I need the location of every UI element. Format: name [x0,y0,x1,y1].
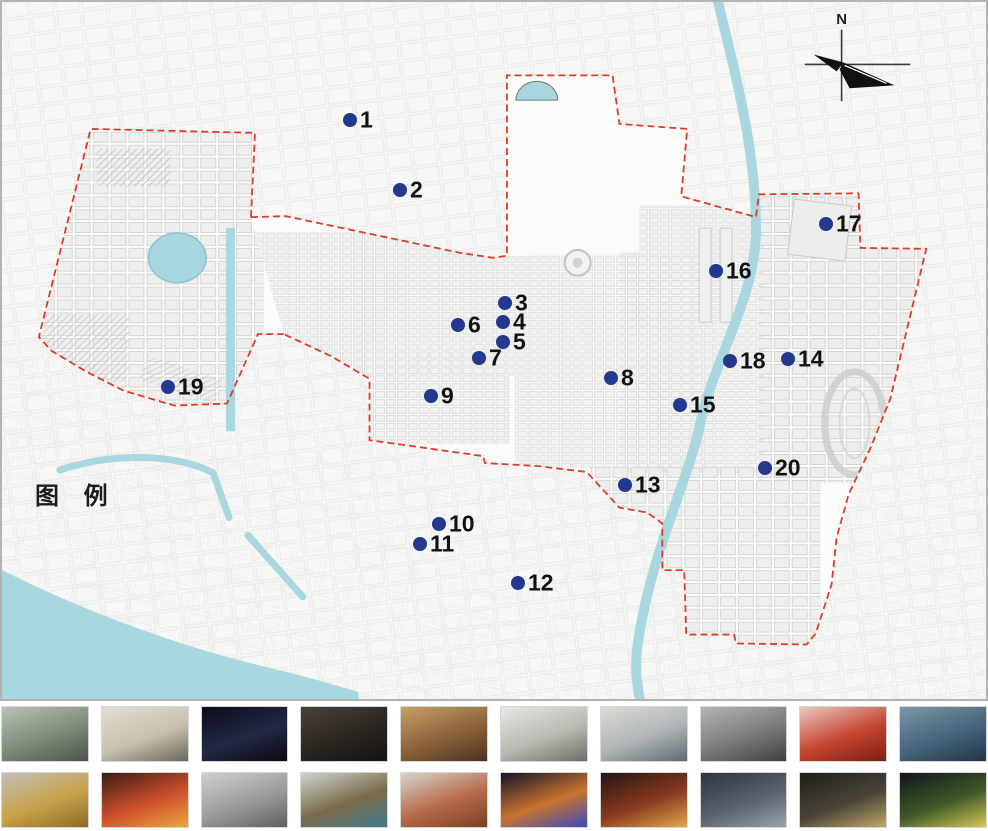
marker-number: 7 [489,347,502,370]
map-marker-8[interactable]: 8 [604,371,618,385]
marker-dot [413,537,427,551]
marker-number: 13 [635,474,661,497]
map-marker-19[interactable]: 19 [161,380,175,394]
marker-number: 14 [798,348,824,371]
marker-number: 20 [775,457,801,480]
map-marker-12[interactable]: 12 [511,576,525,590]
marker-dot [451,318,465,332]
marker-dot [604,371,618,385]
map-marker-14[interactable]: 14 [781,352,795,366]
photo-red-lantern-shop[interactable] [799,706,887,762]
map-marker-9[interactable]: 9 [424,389,438,403]
marker-dot [723,354,737,368]
marker-number: 6 [468,314,481,337]
photo-woven-bamboo-artifact[interactable] [1,772,89,828]
map-marker-16[interactable]: 16 [709,264,723,278]
photo-night-boulevard-trees[interactable] [899,772,987,828]
marker-dot [511,576,525,590]
map-marker-4[interactable]: 4 [496,315,510,329]
photo-red-brick-temple[interactable] [400,772,488,828]
marker-number: 2 [410,179,423,202]
photo-street-arcade-shops[interactable] [1,706,89,762]
photo-arch-gate-exhibit[interactable] [799,772,887,828]
photo-colorful-puppet-lanterns[interactable] [500,772,588,828]
map-marker-15[interactable]: 15 [673,398,687,412]
marker-dot [618,478,632,492]
photo-night-street-lanterns[interactable] [600,772,688,828]
map-marker-7[interactable]: 7 [472,351,486,365]
marker-dot [393,183,407,197]
map-marker-2[interactable]: 2 [393,183,407,197]
photo-artillery-museum[interactable] [700,772,788,828]
photo-modern-exhibition-hall[interactable] [899,706,987,762]
marker-dot [781,352,795,366]
historic-district-map: N 图 例 1234567891011121314151617181920 [0,0,988,701]
page: N 图 例 1234567891011121314151617181920 [0,0,988,831]
photo-craftsman-portrait-bw[interactable] [700,706,788,762]
marker-dot [498,296,512,310]
marker-number: 19 [178,376,204,399]
map-marker-6[interactable]: 6 [451,318,465,332]
marker-dot [432,517,446,531]
photo-museum-interior-dark[interactable] [300,706,388,762]
photo-exhibition-hall-bw[interactable] [201,772,289,828]
marker-dot [496,315,510,329]
marker-number: 18 [740,350,766,373]
map-marker-20[interactable]: 20 [758,461,772,475]
photo-western-style-facade[interactable] [600,706,688,762]
marker-number: 12 [528,572,554,595]
photo-red-incense-candles[interactable] [101,772,189,828]
marker-number: 9 [441,385,454,408]
map-marker-3[interactable]: 3 [498,296,512,310]
map-marker-17[interactable]: 17 [819,217,833,231]
marker-number: 5 [513,331,526,354]
photo-teahouse-storefront[interactable] [101,706,189,762]
marker-number: 15 [690,394,716,417]
marker-dot [819,217,833,231]
marker-dot [673,398,687,412]
marker-dot [161,380,175,394]
marker-number: 11 [430,533,454,556]
map-marker-10[interactable]: 10 [432,517,446,531]
map-marker-13[interactable]: 13 [618,478,632,492]
marker-dot [758,461,772,475]
photo-courtyard-pool[interactable] [300,772,388,828]
map-marker-11[interactable]: 11 [413,537,427,551]
photo-row-2 [0,772,988,828]
marker-dot [472,351,486,365]
photo-night-dragon-lightshow[interactable] [201,706,289,762]
photo-heritage-hall-gong[interactable] [400,706,488,762]
markers-layer: 1234567891011121314151617181920 [2,2,986,699]
site-photo-gallery [0,701,988,828]
marker-dot [424,389,438,403]
marker-number: 8 [621,367,634,390]
map-marker-18[interactable]: 18 [723,354,737,368]
marker-dot [343,113,357,127]
map-marker-1[interactable]: 1 [343,113,357,127]
marker-number: 1 [360,109,373,132]
photo-qilou-arcade-building[interactable] [500,706,588,762]
photo-row-1 [0,706,988,762]
marker-number: 16 [726,260,752,283]
marker-number: 17 [836,213,862,236]
marker-dot [709,264,723,278]
